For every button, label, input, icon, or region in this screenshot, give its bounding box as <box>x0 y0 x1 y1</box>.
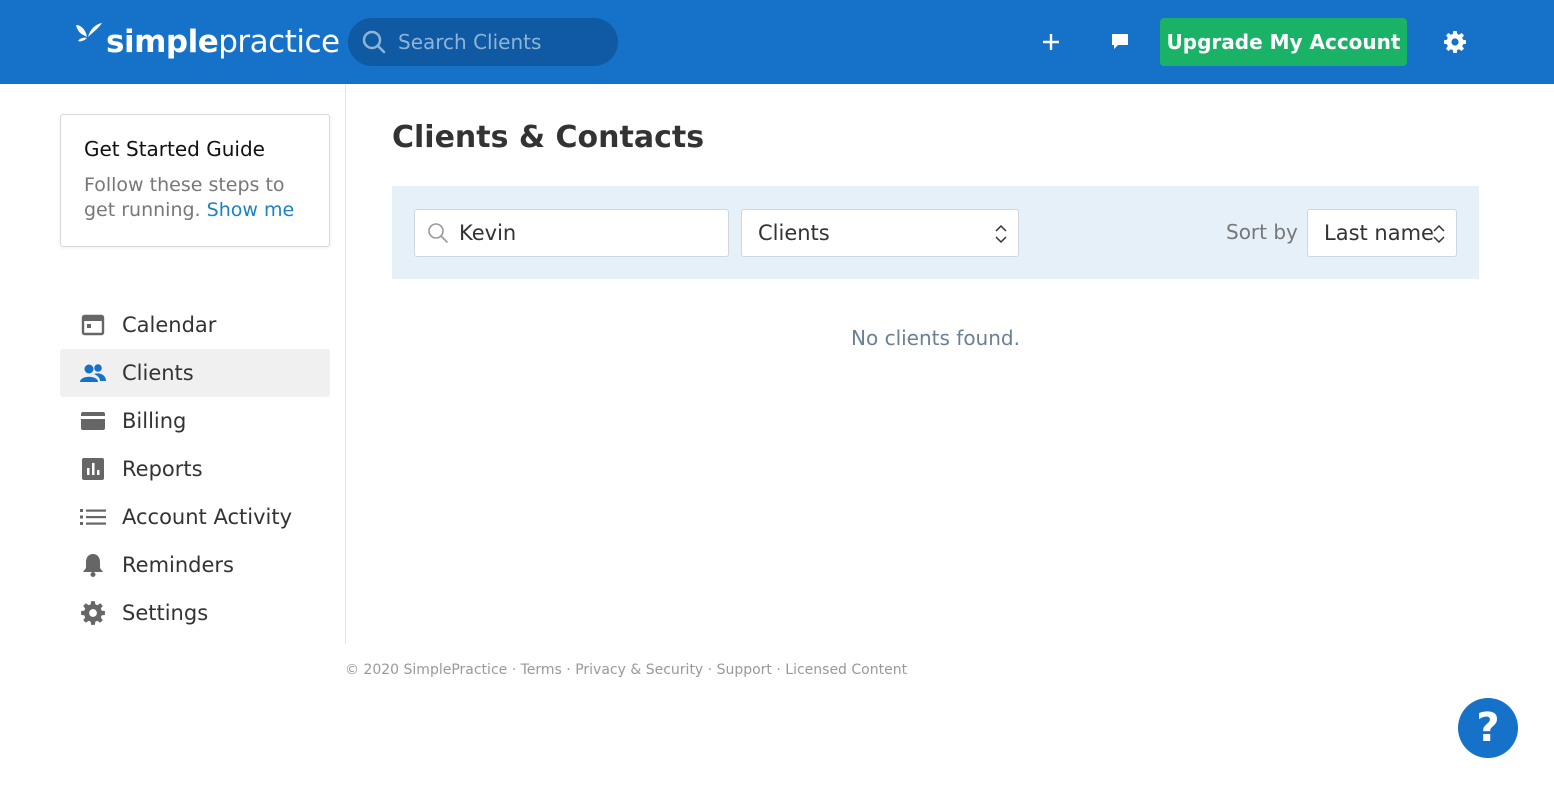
logo-text-bold: simple <box>106 24 219 60</box>
no-clients-message: No clients found. <box>851 326 1020 350</box>
sidebar-item-billing[interactable]: Billing <box>60 397 330 445</box>
sort-select[interactable]: Last name <box>1307 209 1457 257</box>
sidebar-item-reminders[interactable]: Reminders <box>60 541 330 589</box>
upgrade-my-account-button[interactable]: Upgrade My Account <box>1160 18 1407 66</box>
sort-by-label: Sort by <box>1226 220 1298 244</box>
simplepractice-logo[interactable]: simplepractice <box>74 22 340 62</box>
gear-icon[interactable] <box>1439 26 1471 58</box>
footer-link-support[interactable]: Support <box>717 662 772 678</box>
client-search-input[interactable] <box>459 221 719 245</box>
client-search-box[interactable] <box>414 209 729 257</box>
footer-link-licensed-content[interactable]: Licensed Content <box>785 662 907 678</box>
gear-icon <box>80 600 106 626</box>
credit-card-icon <box>80 408 106 434</box>
help-button[interactable]: ? <box>1458 698 1518 758</box>
chat-bubble-icon[interactable] <box>1104 26 1136 58</box>
client-type-value: Clients <box>758 221 830 245</box>
sidebar-item-label: Calendar <box>122 313 217 337</box>
select-arrows-icon <box>1433 224 1445 244</box>
get-started-guide-card: Get Started Guide Follow these steps to … <box>60 114 330 247</box>
sidebar-item-calendar[interactable]: Calendar <box>60 301 330 349</box>
butterfly-logo-icon <box>76 23 102 42</box>
client-filter-bar: Clients Sort by Last name <box>392 186 1479 279</box>
page-title: Clients & Contacts <box>392 120 705 155</box>
list-icon <box>80 504 106 530</box>
sidebar-item-label: Reminders <box>122 553 234 577</box>
sidebar-item-reports[interactable]: Reports <box>60 445 330 493</box>
search-icon <box>428 223 448 243</box>
search-icon <box>362 30 386 54</box>
sidebar-item-settings[interactable]: Settings <box>60 589 330 637</box>
sidebar-item-clients[interactable]: Clients <box>60 349 330 397</box>
plus-icon[interactable] <box>1035 26 1067 58</box>
sidebar-item-label: Clients <box>122 361 194 385</box>
search-clients-input[interactable] <box>398 30 598 54</box>
bar-chart-icon <box>80 456 106 482</box>
people-icon <box>80 360 106 386</box>
sidebar-item-label: Settings <box>122 601 209 625</box>
sidebar-nav: Calendar Clients Billing Reports Account… <box>60 301 330 637</box>
header-search[interactable] <box>348 18 618 66</box>
sidebar: Get Started Guide Follow these steps to … <box>0 84 346 644</box>
sidebar-item-account-activity[interactable]: Account Activity <box>60 493 330 541</box>
footer-link-terms[interactable]: Terms <box>521 662 562 678</box>
sidebar-item-label: Billing <box>122 409 187 433</box>
sidebar-item-label: Account Activity <box>122 505 292 529</box>
select-arrows-icon <box>995 224 1007 244</box>
top-navigation-bar: simplepractice Upgrade My Account <box>0 0 1554 84</box>
logo-text-light: practice <box>218 24 340 60</box>
guide-title: Get Started Guide <box>84 137 265 161</box>
client-type-select[interactable]: Clients <box>741 209 1019 257</box>
guide-description: Follow these steps to get running. Show … <box>84 173 309 223</box>
calendar-icon <box>80 312 106 338</box>
sidebar-item-label: Reports <box>122 457 203 481</box>
footer-copyright: © 2020 SimplePractice <box>345 662 508 678</box>
show-me-link[interactable]: Show me <box>207 199 295 221</box>
bell-icon <box>80 552 106 578</box>
sort-value: Last name <box>1324 221 1434 245</box>
footer: © 2020 SimplePractice · Terms · Privacy … <box>345 662 908 678</box>
footer-link-privacy[interactable]: Privacy & Security <box>575 662 703 678</box>
